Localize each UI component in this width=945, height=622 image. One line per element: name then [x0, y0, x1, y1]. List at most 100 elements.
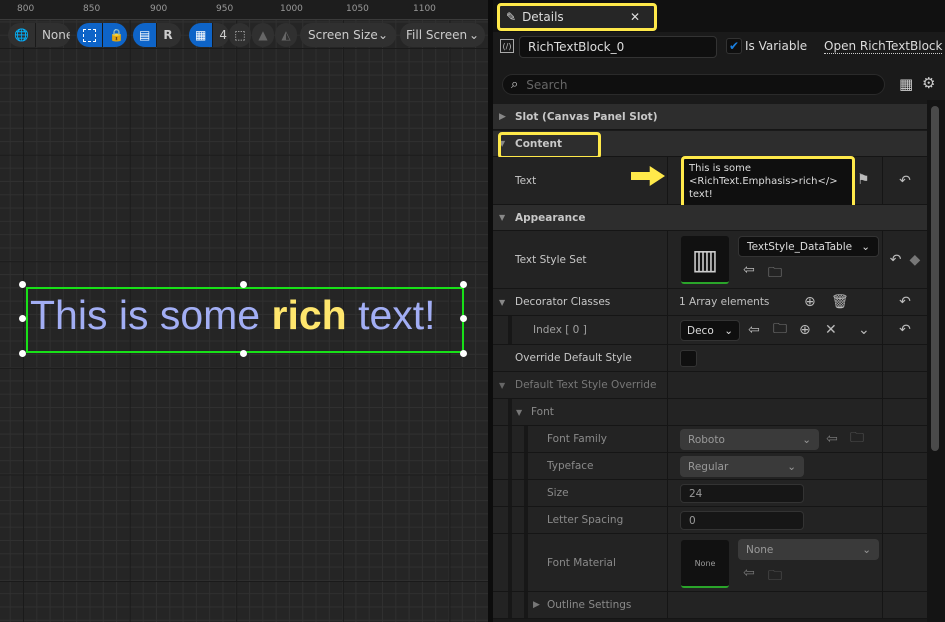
fill-screen-dropdown[interactable]: Fill Screen ⌄ [400, 23, 485, 47]
material-thumbnail[interactable]: None [681, 540, 729, 588]
reset-icon[interactable]: ↶ [890, 252, 902, 268]
section-slot[interactable]: ▶ Slot (Canvas Panel Slot) [493, 104, 927, 130]
section-default-text-style-override[interactable]: ▼ Default Text Style Override [493, 372, 927, 399]
content-highlight [498, 132, 601, 159]
resize-handle[interactable] [19, 281, 26, 288]
ruler-tick: 1100 [413, 4, 436, 14]
property-index-0: Index [ 0 ] Deco ⌄ ⇦ 🗀 ⊕ ✕ ⌄ ↶ [493, 316, 927, 345]
chevron-down-icon: ⌄ [377, 28, 388, 42]
resize-handle[interactable] [460, 350, 467, 357]
resize-handle[interactable] [19, 315, 26, 322]
browse-folder-icon[interactable]: 🗀 [773, 318, 787, 342]
text-value-input[interactable]: This is some <RichText.Emphasis>rich</> … [681, 156, 855, 209]
indent-guide [524, 534, 528, 591]
localization-preview[interactable]: 🌐 None [8, 23, 70, 47]
browse-folder-icon[interactable]: 🗀 [768, 262, 782, 286]
property-label: Size [547, 487, 569, 499]
flip-icon[interactable]: ◭ [275, 23, 297, 47]
designer-viewport[interactable]: 800 850 900 950 1000 1050 1100 🌐 None 🔒 … [0, 0, 488, 622]
font-material-dropdown[interactable]: None ⌄ [738, 539, 879, 560]
chevron-down-icon[interactable]: ⌄ [858, 322, 870, 338]
section-outline-settings[interactable]: ▶ Outline Settings [493, 592, 927, 619]
reset-icon[interactable]: ↶ [882, 157, 927, 204]
screen-size-label: Screen Size [308, 28, 378, 42]
r-button[interactable]: R [157, 23, 178, 47]
value-column [667, 289, 668, 315]
ruler-tick: 950 [216, 4, 234, 14]
gear-icon[interactable]: ⚙ [922, 74, 935, 92]
reset-icon[interactable]: ↶ [882, 316, 927, 344]
resize-handle[interactable] [240, 281, 247, 288]
ruler-tick: 900 [150, 4, 168, 14]
resize-handle[interactable] [460, 281, 467, 288]
section-appearance[interactable]: ▼ Appearance [493, 205, 927, 231]
search-icon: ⌕ [511, 77, 519, 92]
size-input[interactable]: 24 [680, 484, 804, 503]
section-label: Font [531, 406, 554, 418]
value-column [667, 157, 668, 204]
use-selected-icon[interactable]: ⇦ [743, 565, 755, 581]
text-line: <RichText.Emphasis>rich</> [689, 176, 838, 187]
dropdown-value: Deco [687, 324, 714, 337]
use-selected-icon[interactable]: ⇦ [743, 262, 755, 278]
section-font[interactable]: ▼ Font [493, 399, 927, 426]
variable-icon: (/) [500, 39, 514, 53]
chevron-down-icon: ⌄ [802, 433, 811, 446]
layout-icon: ▤ [133, 23, 158, 47]
indent-guide [508, 426, 512, 452]
resize-handle[interactable] [460, 315, 467, 322]
use-selected-icon[interactable]: ⇦ [826, 431, 838, 447]
add-tag-icon[interactable]: ◆ [909, 252, 920, 268]
reset-column [882, 480, 927, 506]
marquee-icon [77, 23, 103, 47]
image-icon[interactable]: ▲ [252, 23, 274, 47]
value-column [667, 231, 668, 288]
delete-icon[interactable]: ✕ [825, 322, 837, 338]
trash-icon[interactable]: 🗑 [831, 294, 849, 310]
property-text-style-set: Text Style Set ▥ TextStyle_DataTable ⌄ ⇦ … [493, 231, 927, 289]
typeface-dropdown[interactable]: Regular ⌄ [680, 456, 804, 477]
grid-snap[interactable]: ▦ 4 [189, 23, 229, 47]
reset-column [882, 592, 927, 618]
text-style-set-dropdown[interactable]: TextStyle_DataTable ⌄ [738, 236, 879, 257]
datatable-thumbnail[interactable]: ▥ [681, 236, 729, 284]
scrollbar-thumb[interactable] [931, 106, 939, 451]
screen-size-dropdown[interactable]: Screen Size ⌄ [300, 23, 396, 47]
font-family-dropdown[interactable]: Roboto ⌄ [680, 429, 819, 450]
localization-label: None [41, 28, 70, 42]
browse-folder-icon[interactable]: 🗀 [768, 565, 782, 589]
chevron-down-icon: ▼ [499, 213, 506, 222]
flag-icon[interactable]: ⚑ [857, 172, 870, 188]
chevron-down-icon: ▼ [499, 380, 506, 390]
close-icon[interactable]: ✕ [630, 10, 640, 24]
region-toggle[interactable]: ▤ R [133, 23, 181, 47]
use-selected-icon[interactable]: ⇦ [748, 322, 760, 338]
add-element-icon[interactable]: ⊕ [804, 294, 816, 310]
resize-handle[interactable] [19, 350, 26, 357]
is-variable-checkbox[interactable]: ✔ [726, 38, 742, 54]
chevron-down-icon: ⌄ [468, 28, 479, 42]
reset-icon[interactable]: ↶ [882, 289, 927, 315]
chevron-down-icon[interactable]: ▼ [499, 298, 505, 307]
browse-folder-icon[interactable]: 🗀 [850, 427, 864, 451]
preview-emphasis: rich [271, 292, 347, 338]
property-label: Override Default Style [515, 352, 632, 364]
property-label: Index [ 0 ] [533, 324, 587, 336]
dropdown-value: Regular [688, 460, 729, 473]
decorator-class-dropdown[interactable]: Deco ⌄ [680, 320, 740, 341]
select-icon[interactable]: ⬚ [229, 23, 251, 47]
insert-icon[interactable]: ⊕ [799, 322, 811, 338]
property-font-family: Font Family Roboto ⌄ ⇦ 🗀 [493, 426, 927, 453]
override-checkbox[interactable] [680, 350, 697, 367]
widget-name-input[interactable]: RichTextBlock_0 [519, 36, 717, 58]
respect-locks-toggle[interactable]: 🔒 [77, 23, 127, 47]
letter-spacing-input[interactable]: 0 [680, 511, 804, 530]
search-input[interactable]: ⌕ Search [502, 74, 885, 95]
open-richtextblock-link[interactable]: Open RichTextBlock [824, 39, 943, 54]
property-override-default-style: Override Default Style [493, 345, 927, 372]
preview-text: text! [346, 292, 436, 338]
table-view-icon[interactable]: ▦ [899, 75, 913, 93]
tab-details[interactable]: ✎ Details ✕ [497, 3, 657, 31]
resize-handle[interactable] [240, 350, 247, 357]
property-font-material: Font Material None None ⌄ ⇦ 🗀 [493, 534, 927, 592]
